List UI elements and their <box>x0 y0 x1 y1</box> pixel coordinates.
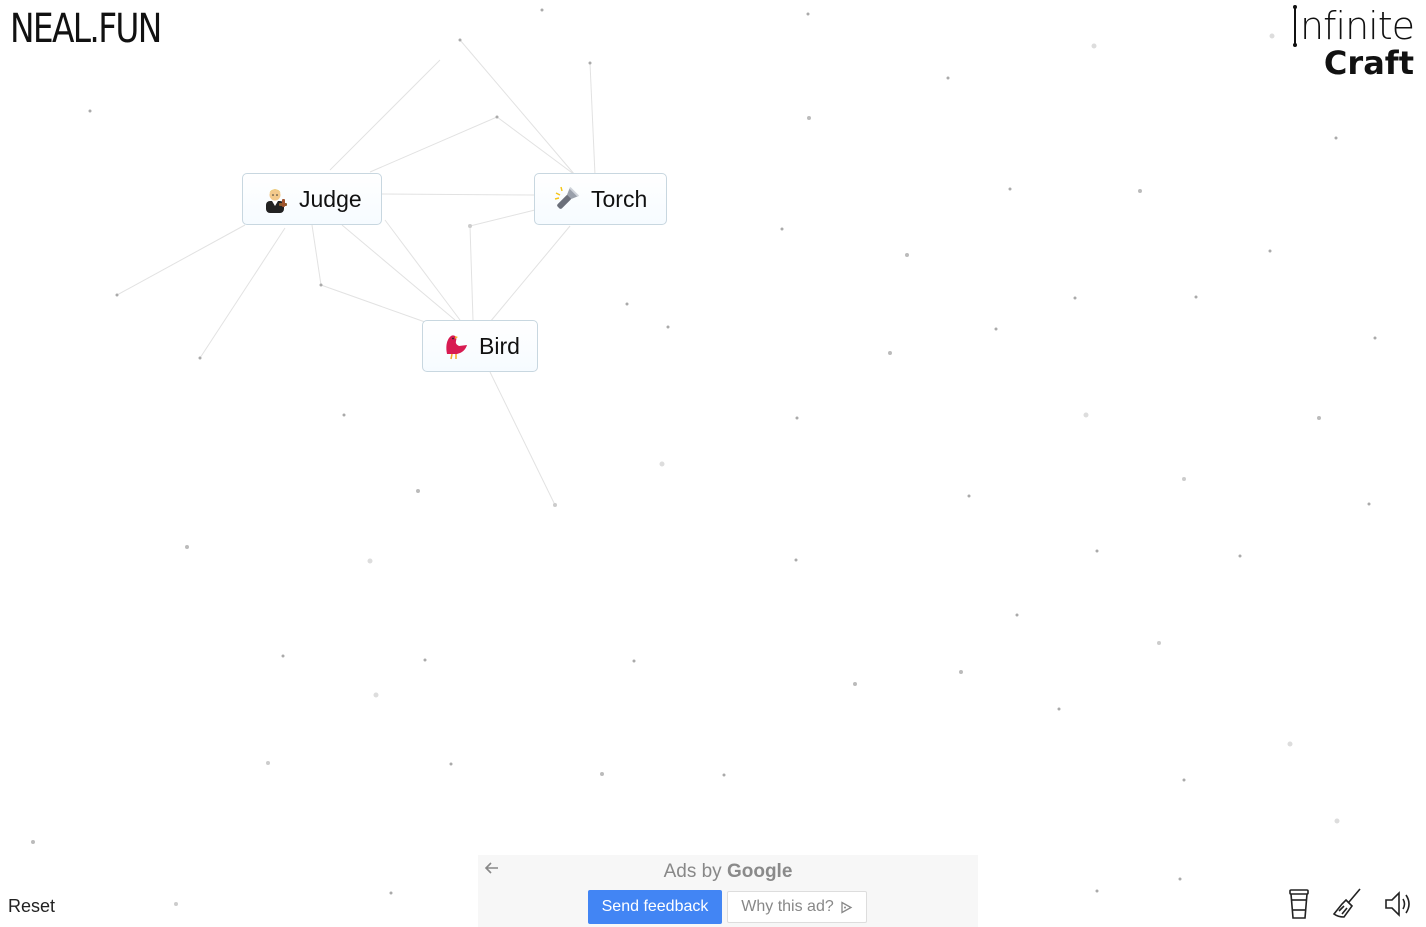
ads-by-google-label: Ads by Google <box>478 861 978 883</box>
background-particles <box>31 8 1377 926</box>
item-label: Bird <box>479 332 520 359</box>
adchoices-icon <box>841 900 853 914</box>
why-this-ad-label: Why this ad? <box>741 898 834 915</box>
infinite-craft-brand: nfinite Craft <box>1293 4 1415 82</box>
why-this-ad-button[interactable]: Why this ad? <box>727 891 867 923</box>
reset-button[interactable]: Reset <box>8 896 55 917</box>
item-torch[interactable]: Torch <box>534 173 667 225</box>
ads-by-prefix: Ads by <box>663 861 727 882</box>
connection-lines <box>116 39 596 506</box>
send-feedback-button[interactable]: Send feedback <box>588 890 722 924</box>
ad-banner: Ads by Google Send feedback Why this ad? <box>478 855 978 927</box>
brand-line-2: Craft <box>1323 44 1414 82</box>
item-label: Judge <box>299 185 362 212</box>
item-judge[interactable]: Judge <box>242 173 382 225</box>
judge-icon <box>266 189 287 213</box>
item-bird[interactable]: Bird <box>422 320 538 372</box>
craft-canvas[interactable]: NEAL.FUN nfinite Craft Judge Torch Bird … <box>0 0 1426 927</box>
brand-line-1: nfinite <box>1293 4 1415 48</box>
flashlight-icon <box>554 186 580 209</box>
bird-icon <box>446 335 467 360</box>
speaker-icon[interactable] <box>1381 886 1417 922</box>
particle-dots <box>31 8 1377 926</box>
broom-icon[interactable] <box>1330 886 1366 922</box>
item-label: Torch <box>591 185 648 212</box>
brand-word-infinite: nfinite <box>1300 4 1415 48</box>
text-cursor-icon <box>1293 5 1298 47</box>
google-wordmark: Google <box>726 861 793 882</box>
cup-icon[interactable] <box>1281 886 1317 922</box>
neal-fun-logo[interactable]: NEAL.FUN <box>10 6 162 52</box>
